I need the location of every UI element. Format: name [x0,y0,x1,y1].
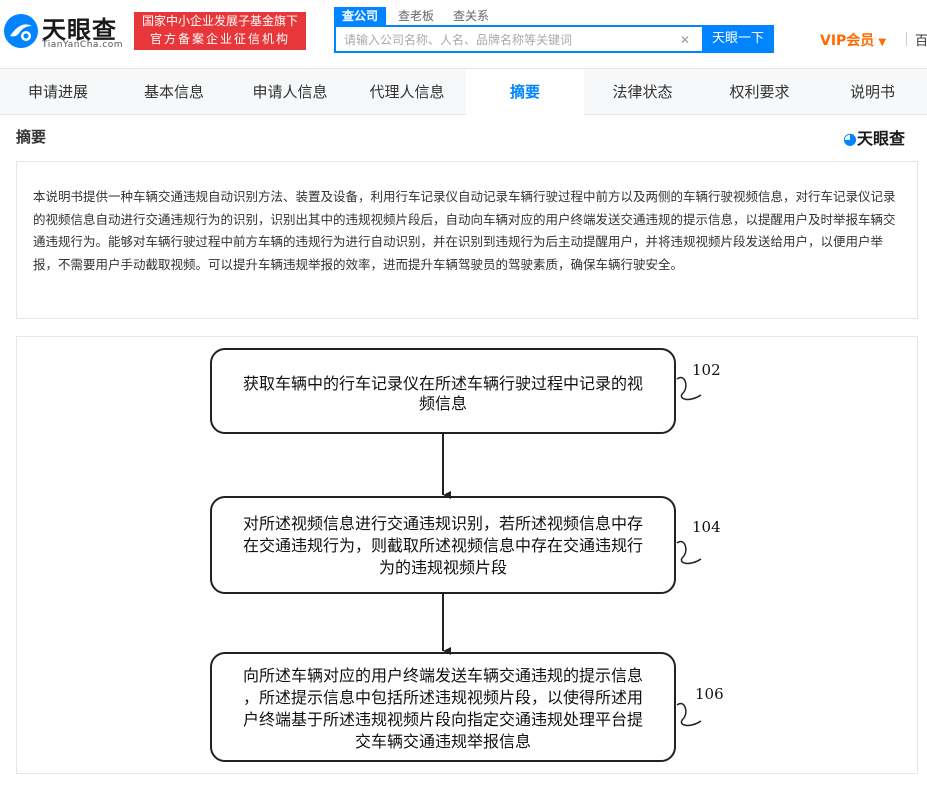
search-tab-relation[interactable]: 查关系 [453,7,489,25]
header-more-link[interactable]: 百 [915,30,927,49]
step-102-line-2: 频信息 [419,394,467,413]
brand-text: 天眼查 [856,129,905,148]
brand-watermark: ◕天眼查 [843,125,905,149]
search-box: ✕ [334,25,702,53]
leader-squiggle-102 [676,376,702,401]
search-tab-boss[interactable]: 查老板 [398,7,434,25]
leader-squiggle-106 [676,702,702,727]
tab-application-progress[interactable]: 申请进展 [0,69,116,115]
section-title: 摘要 [16,128,47,146]
tab-applicant-info[interactable]: 申请人信息 [232,69,348,115]
patent-tab-nav: 申请进展 基本信息 申请人信息 代理人信息 摘要 法律状态 权利要求 说明书 [0,68,927,115]
header-divider [906,32,907,46]
step-102-line-1: 获取车辆中的行车记录仪在所述车辆行驶过程中记录的视 [243,374,643,393]
banner-line-1: 国家中小企业发展子基金旗下 [141,14,298,28]
step-104-line-1: 对所述视频信息进行交通违规识别，若所述视频信息中存 [243,514,643,533]
step-106-line-4: 交车辆交通违规举报信息 [355,732,531,751]
tab-specification[interactable]: 说明书 [818,69,927,115]
search-input[interactable] [344,31,664,49]
logo-subtext: TianYanCha.com [42,40,124,50]
step-106-line-1: 向所述车辆对应的用户终端发送车辆交通违规的提示信息 [243,666,643,685]
step-number-104: 104 [692,518,721,536]
tab-claims[interactable]: 权利要求 [701,69,818,115]
flowchart: 102 104 106 获取车辆中的行车记录仪在所述车辆行驶过程中记录的视 频信… [210,348,724,762]
abstract-text: 本说明书提供一种车辆交通违规自动识别方法、装置及设备，利用行车记录仪自动记录车辆… [33,189,896,272]
abstract-panel: 本说明书提供一种车辆交通违规自动识别方法、装置及设备，利用行车记录仪自动记录车辆… [16,161,918,319]
banner-line-2: 官方备案企业征信机构 [149,32,290,46]
tab-basic-info[interactable]: 基本信息 [116,69,232,115]
vip-label: VIP会员 [820,33,875,49]
search-tab-company[interactable]: 查公司 [334,7,387,25]
tab-legal-status[interactable]: 法律状态 [584,69,701,115]
step-104-line-3: 为的违规视频片段 [379,558,507,577]
step-106-line-2: ，所述提示信息中包括所述违规视频片段，以使得所述用 [243,688,643,707]
leader-squiggle-104 [676,540,702,565]
tianyancha-logo-icon [4,14,38,48]
top-header: 天眼查 TianYanCha.com 国家中小企业发展子基金旗下 官方备案企业征… [0,0,927,68]
clear-icon[interactable]: ✕ [680,33,690,47]
search-button[interactable]: 天眼一下 [702,25,774,53]
site-logo[interactable]: 天眼查 TianYanCha.com [2,10,127,54]
step-104-line-2: 在交通违规行为，则截取所述视频信息中存在交通违规行 [243,536,643,555]
vip-member-menu[interactable]: VIP会员 ▼ [820,30,886,50]
step-number-106: 106 [695,685,724,703]
abstract-figure: 102 104 106 获取车辆中的行车记录仪在所述车辆行驶过程中记录的视 频信… [16,336,918,774]
step-number-102: 102 [692,361,721,379]
official-banner: 国家中小企业发展子基金旗下 官方备案企业征信机构 [134,12,306,50]
tianyancha-mark-icon: ◕ [843,129,857,148]
tab-abstract[interactable]: 摘要 [466,69,584,115]
caret-down-icon: ▼ [878,37,887,48]
step-106-line-3: 户终端基于所述违规视频片段向指定交通违规处理平台提 [243,710,643,729]
tab-agent-info[interactable]: 代理人信息 [348,69,466,115]
